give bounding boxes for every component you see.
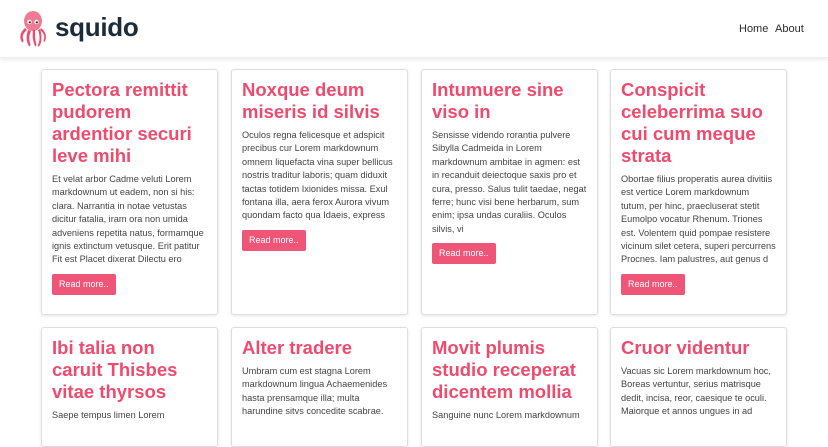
post-card: Movit plumis studio receperat dicentem m…	[421, 327, 598, 447]
post-title[interactable]: Alter tradere	[242, 337, 397, 359]
post-excerpt: Vacuas sic Lorem markdownum hoc, Boreas …	[621, 366, 771, 417]
brand-name[interactable]: squido	[55, 12, 139, 43]
post-title[interactable]: Noxque deum miseris id silvis	[242, 79, 397, 123]
post-title[interactable]: Conspicit celeberrima suo cui cum meque …	[621, 79, 776, 167]
post-excerpt: Saepe tempus limen Lorem	[52, 410, 165, 420]
read-more-button[interactable]: Read more..	[242, 229, 306, 251]
nav-about-link[interactable]: About	[775, 23, 804, 35]
post-card: Pectora remittit pudorem ardentior secur…	[41, 69, 218, 315]
post-card: Conspicit celeberrima suo cui cum meque …	[610, 69, 787, 315]
read-more-button[interactable]: Read more..	[52, 273, 116, 295]
post-excerpt: Oculos regna felicesque et adspicit prec…	[242, 130, 393, 221]
post-card: Alter tradere Umbram cum est stagna Lore…	[231, 327, 408, 447]
post-card: Intumuere sine viso in Sensisse videndo …	[421, 69, 598, 315]
squid-icon[interactable]	[16, 10, 50, 48]
post-excerpt: Et velat arbor Cadme veluti Lorem markdo…	[52, 174, 204, 265]
post-title[interactable]: Intumuere sine viso in	[432, 79, 587, 123]
post-title[interactable]: Ibi talia non caruit Thisbes vitae thyrs…	[52, 337, 207, 403]
post-card: Cruor videntur Vacuas sic Lorem markdown…	[610, 327, 787, 447]
nav-home-link[interactable]: Home	[739, 23, 768, 35]
post-title[interactable]: Pectora remittit pudorem ardentior secur…	[52, 79, 207, 167]
post-title[interactable]: Cruor videntur	[621, 337, 776, 359]
post-title[interactable]: Movit plumis studio receperat dicentem m…	[432, 337, 587, 403]
read-more-button[interactable]: Read more..	[432, 243, 496, 265]
post-excerpt: Umbram cum est stagna Lorem markdownum l…	[242, 366, 388, 417]
post-excerpt: Sanguine nunc Lorem markdownum	[432, 410, 580, 420]
post-excerpt: Sensisse videndo rorantia pulvere Sibyll…	[432, 130, 587, 234]
post-card: Ibi talia non caruit Thisbes vitae thyrs…	[41, 327, 218, 447]
post-excerpt: Obortae filius properatis aurea divitiis…	[621, 174, 776, 265]
read-more-button[interactable]: Read more..	[621, 273, 685, 295]
post-card: Noxque deum miseris id silvis Oculos reg…	[231, 69, 408, 315]
navbar: squido Home About	[0, 0, 828, 58]
